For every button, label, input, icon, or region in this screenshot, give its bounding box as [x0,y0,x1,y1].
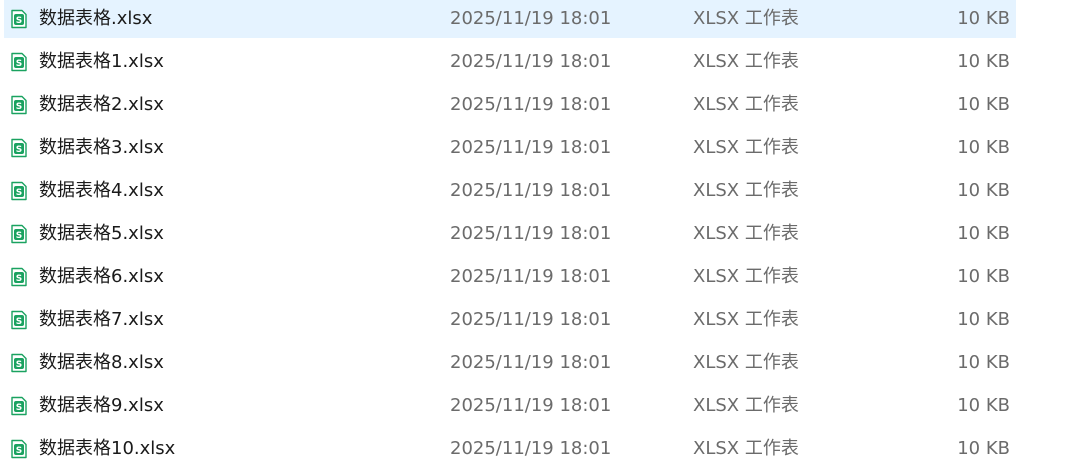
file-name: 数据表格2.xlsx [39,94,164,115]
spreadsheet-file-icon: S [9,310,29,330]
file-row[interactable]: S 数据表格6.xlsx 2025/11/19 18:01 XLSX 工作表 10 KB [4,258,1016,296]
file-size: 10 KB [957,94,1010,115]
modified-date: 2025/11/19 18:01 [450,51,612,72]
file-name: 数据表格4.xlsx [39,180,164,201]
file-type: XLSX 工作表 [693,395,799,416]
file-size: 10 KB [957,51,1010,72]
modified-date: 2025/11/19 18:01 [450,94,612,115]
file-list: S 数据表格.xlsx 2025/11/19 18:01 XLSX 工作表 10 KB S… [0,0,1078,459]
file-row[interactable]: S 数据表格.xlsx 2025/11/19 18:01 XLSX 工作表 10 KB [4,0,1016,38]
file-name: 数据表格7.xlsx [39,309,164,330]
file-row[interactable]: S 数据表格2.xlsx 2025/11/19 18:01 XLSX 工作表 10 KB [4,86,1016,124]
spreadsheet-file-icon: S [9,95,29,115]
file-row[interactable]: S 数据表格10.xlsx 2025/11/19 18:01 XLSX 工作表 10 K… [4,430,1016,468]
file-name: 数据表格9.xlsx [39,395,164,416]
file-type: XLSX 工作表 [693,266,799,287]
spreadsheet-file-icon: S [9,353,29,373]
file-size: 10 KB [957,8,1010,29]
modified-date: 2025/11/19 18:01 [450,180,612,201]
file-name: 数据表格.xlsx [39,8,153,29]
file-type: XLSX 工作表 [693,438,799,459]
modified-date: 2025/11/19 18:01 [450,223,612,244]
file-size: 10 KB [957,223,1010,244]
svg-text:S: S [16,317,22,327]
file-size: 10 KB [957,180,1010,201]
file-row[interactable]: S 数据表格3.xlsx 2025/11/19 18:01 XLSX 工作表 10 KB [4,129,1016,167]
modified-date: 2025/11/19 18:01 [450,438,612,459]
file-size: 10 KB [957,438,1010,459]
file-type: XLSX 工作表 [693,223,799,244]
svg-text:S: S [16,188,22,198]
file-name: 数据表格8.xlsx [39,352,164,373]
svg-text:S: S [16,446,22,456]
svg-text:S: S [16,16,22,26]
file-name: 数据表格3.xlsx [39,137,164,158]
file-size: 10 KB [957,352,1010,373]
file-type: XLSX 工作表 [693,137,799,158]
file-name: 数据表格1.xlsx [39,51,164,72]
svg-text:S: S [16,274,22,284]
svg-text:S: S [16,360,22,370]
file-type: XLSX 工作表 [693,51,799,72]
svg-text:S: S [16,145,22,155]
spreadsheet-file-icon: S [9,439,29,459]
modified-date: 2025/11/19 18:01 [450,266,612,287]
file-size: 10 KB [957,395,1010,416]
svg-text:S: S [16,102,22,112]
file-type: XLSX 工作表 [693,352,799,373]
spreadsheet-file-icon: S [9,9,29,29]
file-row[interactable]: S 数据表格8.xlsx 2025/11/19 18:01 XLSX 工作表 10 KB [4,344,1016,382]
spreadsheet-file-icon: S [9,396,29,416]
file-row[interactable]: S 数据表格9.xlsx 2025/11/19 18:01 XLSX 工作表 10 KB [4,387,1016,425]
spreadsheet-file-icon: S [9,138,29,158]
file-type: XLSX 工作表 [693,8,799,29]
file-row[interactable]: S 数据表格1.xlsx 2025/11/19 18:01 XLSX 工作表 10 KB [4,43,1016,81]
file-row[interactable]: S 数据表格4.xlsx 2025/11/19 18:01 XLSX 工作表 10 KB [4,172,1016,210]
spreadsheet-file-icon: S [9,52,29,72]
svg-text:S: S [16,59,22,69]
file-name: 数据表格6.xlsx [39,266,164,287]
file-name: 数据表格10.xlsx [39,438,176,459]
modified-date: 2025/11/19 18:01 [450,309,612,330]
file-row[interactable]: S 数据表格7.xlsx 2025/11/19 18:01 XLSX 工作表 10 KB [4,301,1016,339]
file-size: 10 KB [957,266,1010,287]
file-size: 10 KB [957,309,1010,330]
svg-text:S: S [16,231,22,241]
modified-date: 2025/11/19 18:01 [450,395,612,416]
spreadsheet-file-icon: S [9,181,29,201]
modified-date: 2025/11/19 18:01 [450,8,612,29]
svg-text:S: S [16,403,22,413]
file-row[interactable]: S 数据表格5.xlsx 2025/11/19 18:01 XLSX 工作表 10 KB [4,215,1016,253]
file-type: XLSX 工作表 [693,94,799,115]
modified-date: 2025/11/19 18:01 [450,137,612,158]
file-name: 数据表格5.xlsx [39,223,164,244]
file-type: XLSX 工作表 [693,309,799,330]
file-type: XLSX 工作表 [693,180,799,201]
file-size: 10 KB [957,137,1010,158]
spreadsheet-file-icon: S [9,267,29,287]
spreadsheet-file-icon: S [9,224,29,244]
modified-date: 2025/11/19 18:01 [450,352,612,373]
